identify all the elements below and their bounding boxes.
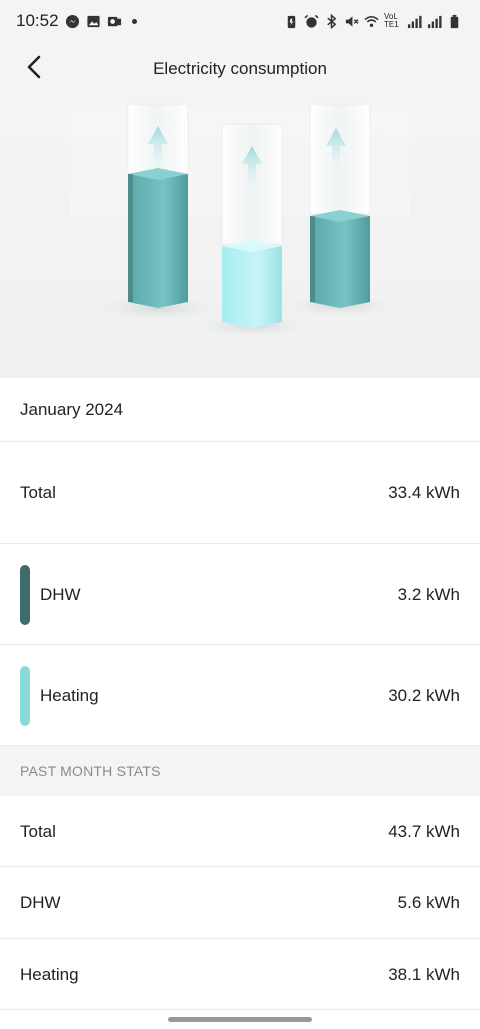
status-left: 10:52	[16, 11, 137, 31]
heating-row: Heating 30.2 kWh	[0, 646, 480, 746]
dhw-label-group: DHW	[20, 564, 81, 625]
network-label: VoLTE1	[384, 12, 399, 29]
total-label: Total	[20, 483, 56, 502]
signal-icon-2	[427, 14, 442, 29]
past-month-header: PAST MONTH STATS	[0, 746, 480, 796]
past-heating-label: Heating	[20, 964, 79, 984]
total-value: 33.4 kWh	[388, 483, 460, 502]
mute-icon	[344, 14, 359, 29]
bluetooth-icon	[324, 13, 339, 29]
dhw-value: 3.2 kWh	[397, 584, 460, 604]
gesture-nav-handle[interactable]	[168, 1017, 312, 1022]
past-dhw-row: DHW 5.6 kWh	[0, 868, 480, 939]
page-title: Electricity consumption	[153, 59, 327, 78]
battery-saver-icon	[284, 14, 299, 29]
past-dhw-value: 5.6 kWh	[397, 893, 460, 912]
signal-icon	[407, 14, 422, 29]
period-row[interactable]: January 2024	[0, 378, 480, 442]
consumption-illustration	[70, 103, 410, 338]
status-bar: 10:52 VoLTE1	[0, 0, 480, 42]
messenger-icon	[65, 14, 80, 29]
heating-value: 30.2 kWh	[388, 685, 460, 705]
outlook-icon	[107, 14, 122, 29]
status-time: 10:52	[16, 11, 59, 30]
heating-label-group: Heating	[20, 665, 99, 726]
status-right: VoLTE1	[284, 13, 462, 29]
total-row: Total 33.4 kWh	[0, 443, 480, 544]
battery-icon	[447, 14, 462, 29]
period-label: January 2024	[20, 399, 124, 419]
past-heating-row: Heating 38.1 kWh	[0, 940, 480, 1010]
dhw-label: DHW	[40, 584, 81, 604]
app-bar: Electricity consumption	[0, 42, 480, 96]
gallery-icon	[86, 14, 101, 29]
past-total-label: Total	[20, 821, 56, 841]
past-heating-value: 38.1 kWh	[388, 964, 460, 984]
dhw-color-indicator	[20, 564, 30, 625]
wifi-icon	[364, 14, 379, 29]
alarm-icon	[304, 14, 319, 29]
past-total-value: 43.7 kWh	[388, 821, 460, 841]
heating-color-indicator	[20, 665, 30, 726]
past-total-row: Total 43.7 kWh	[0, 797, 480, 867]
past-dhw-label: DHW	[20, 893, 61, 912]
dhw-row: DHW 3.2 kWh	[0, 545, 480, 645]
more-notifications-dot	[131, 18, 137, 24]
hero-illustration	[0, 96, 480, 378]
heating-label: Heating	[40, 685, 99, 705]
